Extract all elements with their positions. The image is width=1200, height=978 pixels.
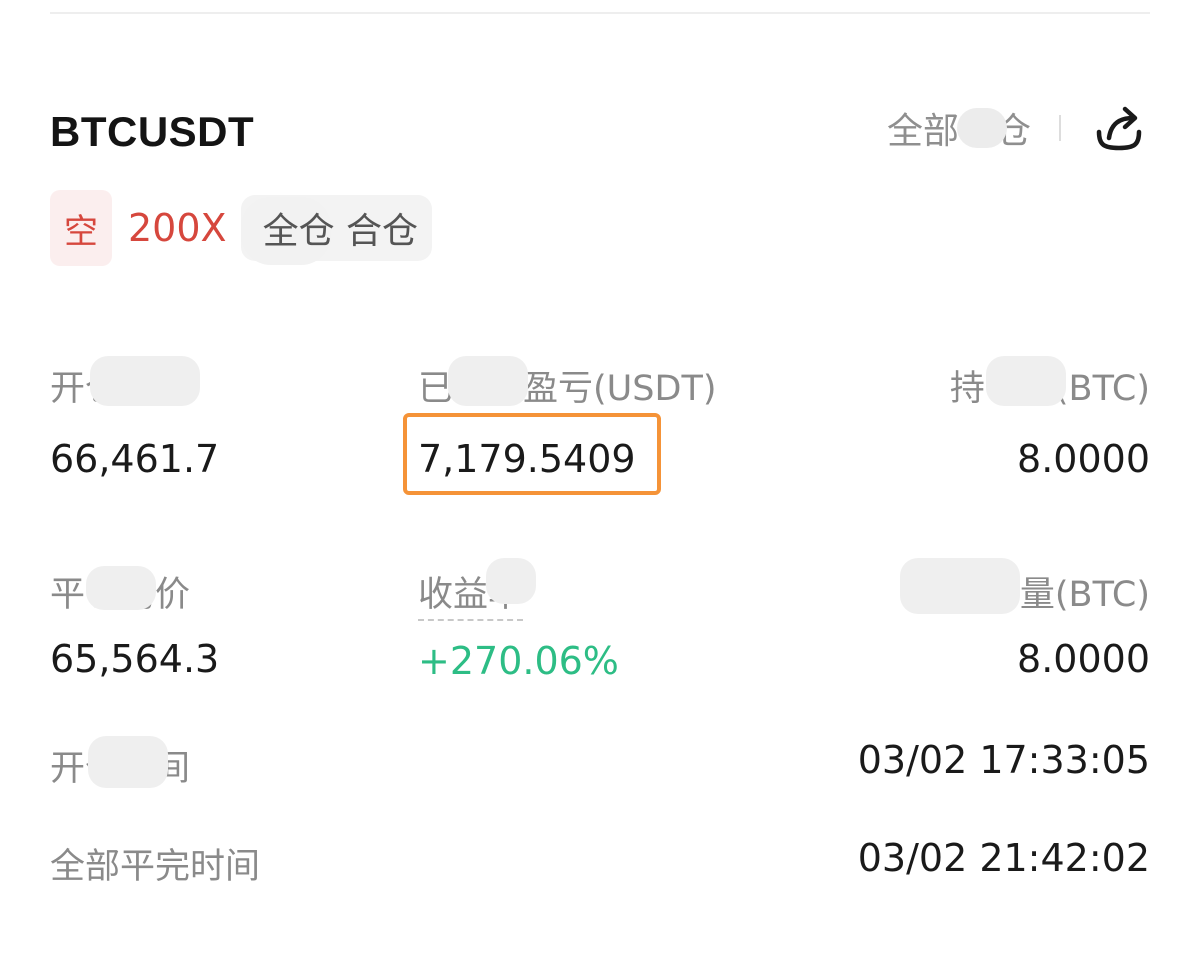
yield-value: +270.06% (418, 639, 619, 683)
redaction-blur (90, 356, 200, 406)
redaction-blur (448, 356, 528, 406)
yield[interactable]: 收益率 +270.06% (418, 558, 619, 683)
close-time-label: 全部平完时间 (50, 847, 261, 887)
share-icon[interactable] (1093, 102, 1145, 154)
closed-size-value: 8.0000 (1017, 637, 1150, 681)
open-time-value: 03/02 17:33:05 (857, 738, 1150, 782)
close-avg-price: 平仓均价 65,564.3 (50, 566, 219, 681)
highlight-box (403, 413, 661, 495)
top-divider (50, 12, 1150, 14)
close-avg-price-value: 65,564.3 (50, 637, 220, 681)
redaction-blur (956, 108, 1007, 148)
position-size-value: 8.0000 (1017, 437, 1150, 481)
redaction-blur (899, 558, 1020, 614)
close-time-label-wrap: 全部平完时间 (50, 838, 260, 889)
leverage-label: 200X (128, 206, 227, 250)
open-avg-price: 开仓均价 66,461.7 (50, 356, 220, 481)
all-closed-link[interactable]: 全部平仓 (887, 102, 1031, 154)
margin-mode-label: 全仓 合仓 (262, 211, 419, 252)
close-time-value-wrap: 03/02 21:42:02 (858, 836, 1150, 880)
margin-mode-badge: 全仓 合仓 (240, 195, 433, 265)
side-badge: 空 (50, 190, 112, 266)
open-time-value-wrap: 03/02 17:33:05 (858, 738, 1150, 782)
position-tags: 空 200X 全仓 合仓 (50, 190, 433, 266)
redaction-blur (985, 356, 1066, 406)
redaction-blur (86, 566, 156, 610)
close-time-value: 03/02 21:42:02 (857, 836, 1150, 880)
redaction-blur (486, 558, 536, 604)
symbol-title: BTCUSDT (50, 108, 255, 155)
open-time-label-wrap: 开仓时间 (50, 736, 190, 791)
closed-size: 平仓量(BTC) 8.0000 (899, 558, 1150, 681)
position-size: 持仓量(BTC) 8.0000 (950, 356, 1150, 481)
header-actions: 全部平仓 (887, 100, 1145, 156)
open-avg-price-value: 66,461.7 (50, 437, 220, 481)
vertical-divider (1059, 115, 1061, 141)
redaction-blur (88, 736, 168, 788)
